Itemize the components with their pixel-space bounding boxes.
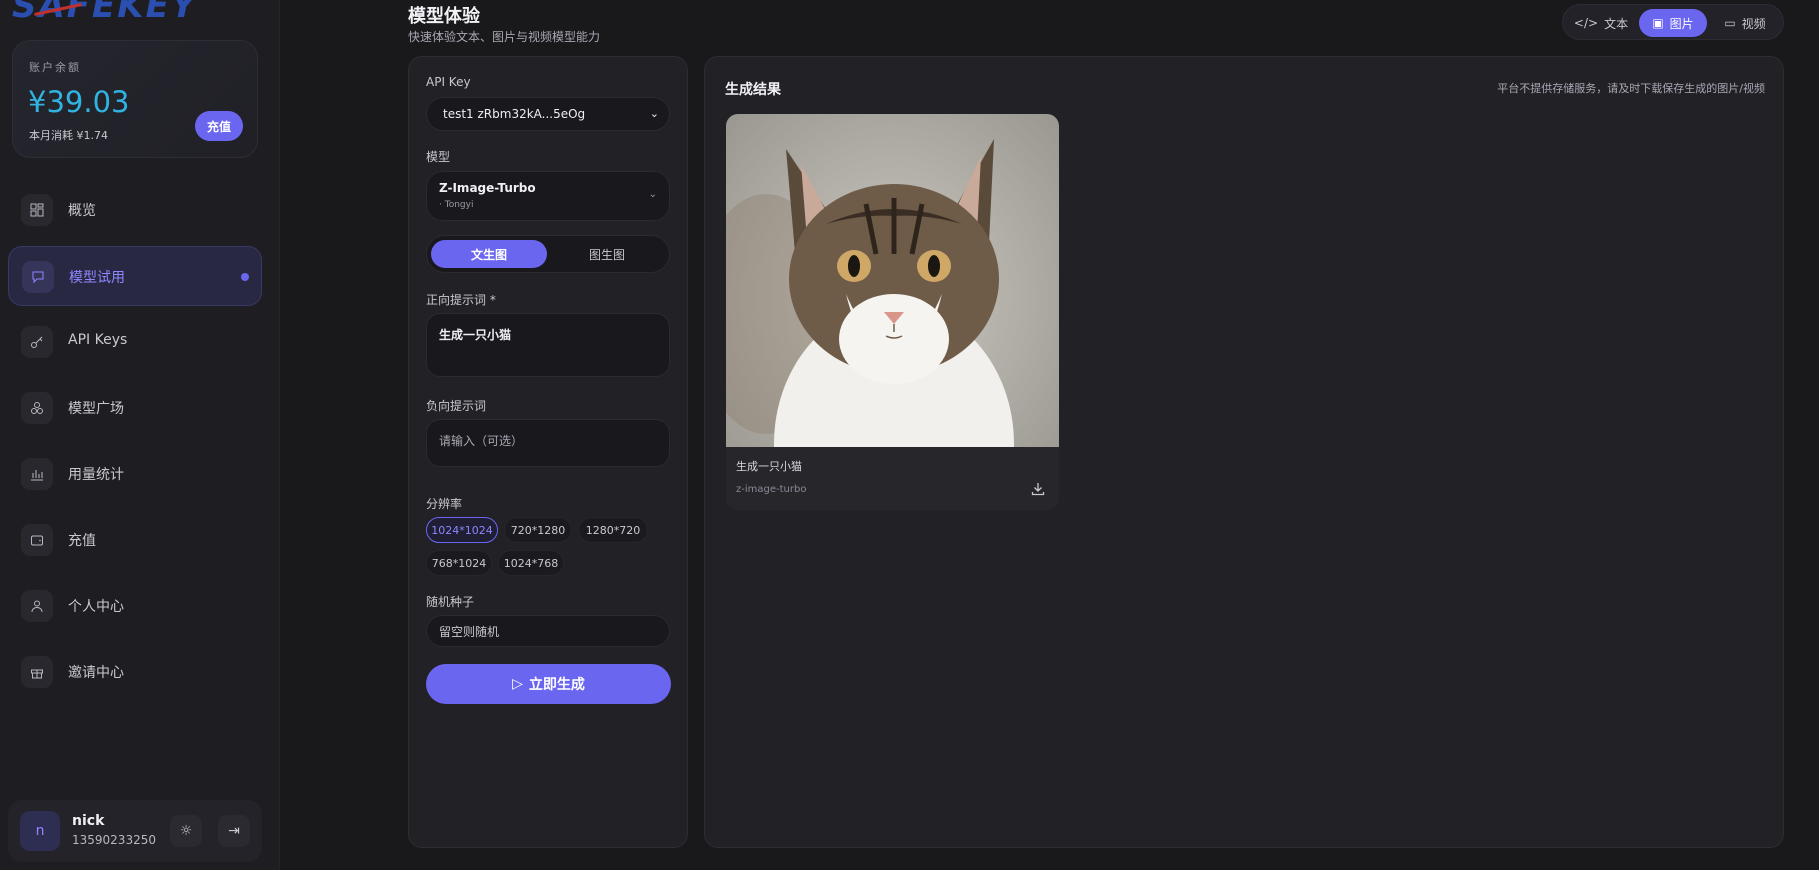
app-root: SAFEKEY 账户余额 ¥39.03 本月消耗 ¥1.74 充值 概览 模型试… xyxy=(0,0,1819,870)
sidebar-item-label: 个人中心 xyxy=(68,599,124,615)
chevron-down-icon: ⌄ xyxy=(649,107,659,120)
sidebar-item-api-keys[interactable]: API Keys xyxy=(8,312,262,372)
generated-image[interactable] xyxy=(726,114,1059,510)
gift-icon xyxy=(21,656,53,688)
user-card: n nick 13590233250 ☼ ⇥ xyxy=(8,800,262,862)
tab-image[interactable]: ▣ 图片 xyxy=(1639,9,1707,37)
result-card: 生成一只小猫 z-image-turbo xyxy=(726,114,1059,510)
model-select[interactable]: Z-Image-Turbo · Tongyi ⌄ xyxy=(426,171,670,221)
sun-icon: ☼ xyxy=(179,823,193,839)
tab-label: 视频 xyxy=(1741,16,1766,31)
bar-chart-icon xyxy=(21,458,53,490)
generation-form-panel: API Key test1 zRbm32kA...5eOg ⌄ 模型 Z-Ima… xyxy=(408,56,688,848)
chevron-down-icon: ⌄ xyxy=(648,189,657,200)
user-phone: 13590233250 xyxy=(72,833,156,847)
resolution-option[interactable]: 1024*1024 xyxy=(426,517,498,543)
negative-prompt-input[interactable]: 请输入（可选） xyxy=(426,419,670,467)
sidebar-item-label: 邀请中心 xyxy=(68,665,124,681)
result-caption: 生成一只小猫 xyxy=(736,460,802,473)
api-key-label: API Key xyxy=(426,75,471,89)
logout-button[interactable]: ⇥ xyxy=(218,815,250,847)
sidebar-item-label: 用量统计 xyxy=(68,467,124,483)
image-icon: ▣ xyxy=(1652,16,1664,30)
resolution-option[interactable]: 1024*768 xyxy=(498,550,564,576)
key-icon xyxy=(21,326,53,358)
resolution-option[interactable]: 1280*720 xyxy=(578,517,648,543)
segment-text-to-image[interactable]: 文生图 xyxy=(431,240,547,268)
recharge-button[interactable]: 充值 xyxy=(195,111,243,141)
theme-toggle-button[interactable]: ☼ xyxy=(170,815,202,847)
resolution-option[interactable]: 768*1024 xyxy=(426,550,492,576)
positive-prompt-label: 正向提示词 * xyxy=(426,293,496,307)
generate-button[interactable]: ▷ 立即生成 xyxy=(426,664,671,704)
sidebar-item-profile[interactable]: 个人中心 xyxy=(8,576,262,636)
sidebar-item-label: 概览 xyxy=(68,203,96,219)
video-icon: ▭ xyxy=(1724,16,1736,30)
user-icon xyxy=(21,590,53,622)
seed-input[interactable]: 留空则随机 xyxy=(426,615,670,647)
sidebar-item-label: 模型广场 xyxy=(68,401,124,417)
model-name: Z-Image-Turbo xyxy=(439,181,536,195)
resolution-label: 分辨率 xyxy=(426,497,463,511)
download-icon xyxy=(1031,483,1045,496)
sidebar-item-label: 充值 xyxy=(68,533,96,549)
code-icon: </> xyxy=(1573,16,1599,30)
page-subtitle: 快速体验文本、图片与视频模型能力 xyxy=(408,30,601,44)
sidebar-item-label: 模型试用 xyxy=(69,270,125,286)
positive-prompt-input[interactable]: 生成一只小猫 xyxy=(426,313,670,377)
wallet-icon xyxy=(21,524,53,556)
mode-tabs: </> 文本 ▣ 图片 ▭ 视频 xyxy=(1562,4,1784,40)
logout-icon: ⇥ xyxy=(228,823,240,839)
models-icon xyxy=(21,392,53,424)
sidebar: SAFEKEY 账户余额 ¥39.03 本月消耗 ¥1.74 充值 概览 模型试… xyxy=(0,0,280,870)
sidebar-item-label: API Keys xyxy=(68,332,128,348)
sidebar-item-model-trial[interactable]: 模型试用 xyxy=(8,246,262,306)
sidebar-item-recharge[interactable]: 充值 xyxy=(8,510,262,570)
balance-amount: ¥39.03 xyxy=(28,85,130,119)
grid-icon xyxy=(21,194,53,226)
seed-label: 随机种子 xyxy=(426,595,475,609)
active-indicator-dot xyxy=(241,273,249,281)
month-usage: 本月消耗 ¥1.74 xyxy=(29,129,108,142)
sidebar-item-overview[interactable]: 概览 xyxy=(8,180,262,240)
model-vendor: · Tongyi xyxy=(439,200,474,210)
segment-image-to-image[interactable]: 图生图 xyxy=(549,240,665,268)
api-key-value: test1 zRbm32kA...5eOg xyxy=(443,107,586,121)
sidebar-item-model-plaza[interactable]: 模型广场 xyxy=(8,378,262,438)
sidebar-item-usage-stats[interactable]: 用量统计 xyxy=(8,444,262,504)
api-key-select[interactable]: test1 zRbm32kA...5eOg ⌄ xyxy=(426,97,670,131)
page-title: 模型体验 xyxy=(408,6,480,27)
balance-label: 账户余额 xyxy=(29,61,81,74)
storage-notice: 平台不提供存储服务，请及时下载保存生成的图片/视频 xyxy=(1497,82,1765,95)
tab-video[interactable]: ▭ 视频 xyxy=(1713,9,1777,37)
tab-label: 图片 xyxy=(1669,16,1694,31)
chat-icon xyxy=(22,261,54,293)
result-model: z-image-turbo xyxy=(736,484,807,495)
negative-prompt-label: 负向提示词 xyxy=(426,399,487,413)
user-name: nick xyxy=(72,813,105,829)
balance-card: 账户余额 ¥39.03 本月消耗 ¥1.74 充值 xyxy=(12,40,258,158)
download-button[interactable] xyxy=(1029,480,1047,498)
result-title: 生成结果 xyxy=(725,82,781,98)
result-panel: 生成结果 平台不提供存储服务，请及时下载保存生成的图片/视频 生成一只小猫 z-… xyxy=(704,56,1784,848)
generation-mode-toggle: 文生图 图生图 xyxy=(426,235,670,273)
tab-label: 文本 xyxy=(1604,16,1629,31)
resolution-option[interactable]: 720*1280 xyxy=(504,517,572,543)
tab-text[interactable]: </> 文本 xyxy=(1569,9,1633,37)
avatar[interactable]: n xyxy=(20,811,60,851)
sidebar-item-invite[interactable]: 邀请中心 xyxy=(8,642,262,702)
generate-label: 立即生成 xyxy=(528,677,585,693)
model-label: 模型 xyxy=(426,150,451,164)
play-icon: ▷ xyxy=(512,676,523,692)
